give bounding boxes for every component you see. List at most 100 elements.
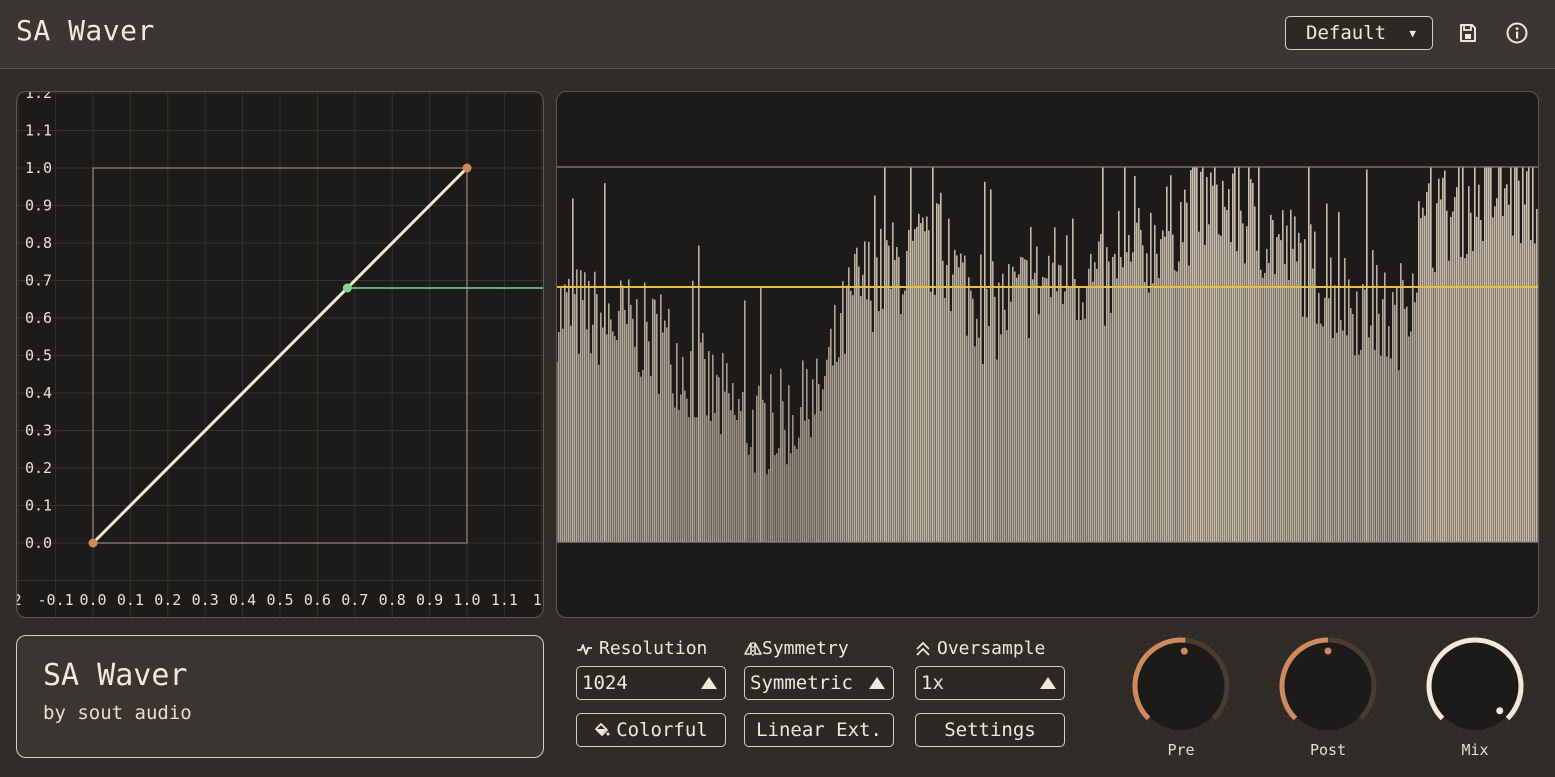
waveform-bar bbox=[685, 398, 688, 542]
waveform-bar bbox=[893, 259, 896, 542]
waveform-icon bbox=[577, 643, 592, 655]
waveform-bar bbox=[1429, 166, 1432, 542]
waveform-bar bbox=[1091, 281, 1094, 542]
transfer-curve-graph[interactable]: 1.21.11.00.90.80.70.60.50.40.30.20.10.0 … bbox=[16, 91, 544, 618]
curve-point-start[interactable] bbox=[88, 538, 97, 547]
waveform-bar bbox=[1433, 271, 1436, 542]
curve-point-end[interactable] bbox=[462, 163, 471, 172]
settings-button[interactable]: Settings bbox=[915, 713, 1065, 747]
waveform-bar bbox=[633, 346, 636, 542]
waveform-bar bbox=[1159, 238, 1162, 542]
post-knob[interactable] bbox=[1273, 632, 1383, 742]
waveform-bar bbox=[563, 283, 566, 542]
waveform-bar bbox=[1307, 166, 1310, 542]
waveform-bar bbox=[1149, 212, 1152, 542]
resolution-select[interactable]: 1024 bbox=[576, 666, 726, 700]
waveform-bar bbox=[643, 282, 646, 542]
waveform-bar bbox=[605, 333, 608, 542]
waveform-bar bbox=[659, 293, 662, 542]
transfer-curve-panel[interactable]: 1.2 1.1 1.0 0.9 0.8 0.7 0.6 0.5 0.4 0.3 0.2 0.1 0.0 … bbox=[16, 91, 544, 618]
waveform-bar bbox=[639, 376, 642, 542]
resolution-value: 1024 bbox=[582, 672, 628, 694]
waveform-bar bbox=[1043, 277, 1046, 542]
pre-knob[interactable] bbox=[1126, 632, 1236, 742]
colorful-button[interactable]: Colorful bbox=[576, 713, 726, 747]
waveform-bar bbox=[1191, 166, 1194, 542]
waveform-bar bbox=[1261, 277, 1264, 542]
linear-ext-button-label: Linear Ext. bbox=[756, 719, 882, 741]
oversample-value: 1x bbox=[921, 672, 944, 694]
waveform-bar bbox=[837, 357, 840, 542]
waveform-bar bbox=[1453, 196, 1456, 542]
waveform-bar bbox=[1031, 278, 1034, 542]
waveform-bar bbox=[1075, 319, 1078, 542]
oversample-select[interactable]: 1x bbox=[915, 666, 1065, 700]
waveform-bar bbox=[1535, 208, 1538, 542]
waveform-bar bbox=[1355, 291, 1358, 542]
waveform-bar bbox=[767, 468, 770, 542]
waveform-bar bbox=[1421, 207, 1424, 542]
waveform-bar bbox=[1217, 233, 1220, 542]
waveform-bar bbox=[1503, 187, 1506, 542]
symmetry-icon bbox=[744, 641, 762, 656]
waveform-bar bbox=[1387, 325, 1390, 542]
waveform-bar bbox=[755, 395, 758, 542]
waveform-bar bbox=[943, 297, 946, 542]
waveform-bar bbox=[1225, 209, 1228, 542]
y-tick-label: 0.2 bbox=[25, 459, 52, 477]
waveform-bar bbox=[1111, 256, 1114, 542]
waveform-bar bbox=[625, 323, 628, 542]
waveform-bar bbox=[1121, 266, 1124, 542]
waveform-bar bbox=[1133, 175, 1136, 542]
waveform-bar bbox=[1173, 269, 1176, 542]
save-icon[interactable] bbox=[1456, 21, 1480, 45]
waveform-bar bbox=[683, 389, 686, 542]
waveform-bar bbox=[873, 195, 876, 542]
waveform-bar bbox=[855, 247, 858, 542]
waveform-bar bbox=[599, 312, 602, 542]
waveform-bar bbox=[1423, 215, 1426, 542]
waveform-bar bbox=[1325, 203, 1328, 542]
info-icon[interactable] bbox=[1505, 21, 1529, 45]
waveform-bar bbox=[891, 221, 894, 542]
waveform-bar bbox=[1425, 191, 1428, 542]
y-tick-label: 1.1 bbox=[25, 121, 52, 139]
waveform-bar bbox=[1293, 215, 1296, 542]
waveform-bar bbox=[865, 298, 868, 542]
y-tick-label: 1.0 bbox=[25, 159, 52, 177]
waveform-bar bbox=[787, 384, 790, 542]
waveform-bar bbox=[827, 346, 830, 542]
waveform-bar bbox=[1233, 166, 1236, 542]
waveform-bar bbox=[1161, 229, 1164, 542]
x-tick-label: 0.5 bbox=[266, 591, 293, 609]
waveform-bar bbox=[705, 414, 708, 542]
waveform-bar bbox=[1023, 258, 1026, 542]
waveform-bar bbox=[657, 393, 660, 542]
y-tick-label: 0.9 bbox=[25, 196, 52, 214]
waveform-bar bbox=[1193, 166, 1196, 542]
waveform-bar bbox=[1013, 271, 1016, 542]
waveform-bar bbox=[765, 473, 768, 542]
waveform-bar bbox=[1447, 260, 1450, 542]
waveform-bar bbox=[1509, 166, 1512, 542]
waveform-bar bbox=[573, 293, 576, 542]
y-tick-label: 0.5 bbox=[25, 346, 52, 364]
linear-ext-button[interactable]: Linear Ext. bbox=[744, 713, 894, 747]
waveform-bar bbox=[1377, 313, 1380, 542]
waveform-bar bbox=[1277, 233, 1280, 542]
waveform-bar bbox=[651, 298, 654, 542]
waveform-bar bbox=[957, 266, 960, 542]
mix-knob[interactable] bbox=[1420, 632, 1530, 742]
waveform-bar bbox=[1053, 226, 1056, 542]
waveform-bar bbox=[1263, 272, 1266, 542]
waveform-bar bbox=[785, 463, 788, 542]
waveform-bar bbox=[763, 402, 766, 542]
waveform-bar bbox=[909, 166, 912, 542]
preset-dropdown[interactable]: Default ▼ bbox=[1285, 16, 1433, 50]
waveform-bar bbox=[903, 290, 906, 542]
waveform-bar bbox=[1365, 169, 1368, 542]
waveform-bar bbox=[601, 327, 604, 542]
symmetry-select[interactable]: Symmetric bbox=[744, 666, 894, 700]
waveform-bar bbox=[913, 228, 916, 542]
x-tick-label: 0.7 bbox=[341, 591, 368, 609]
